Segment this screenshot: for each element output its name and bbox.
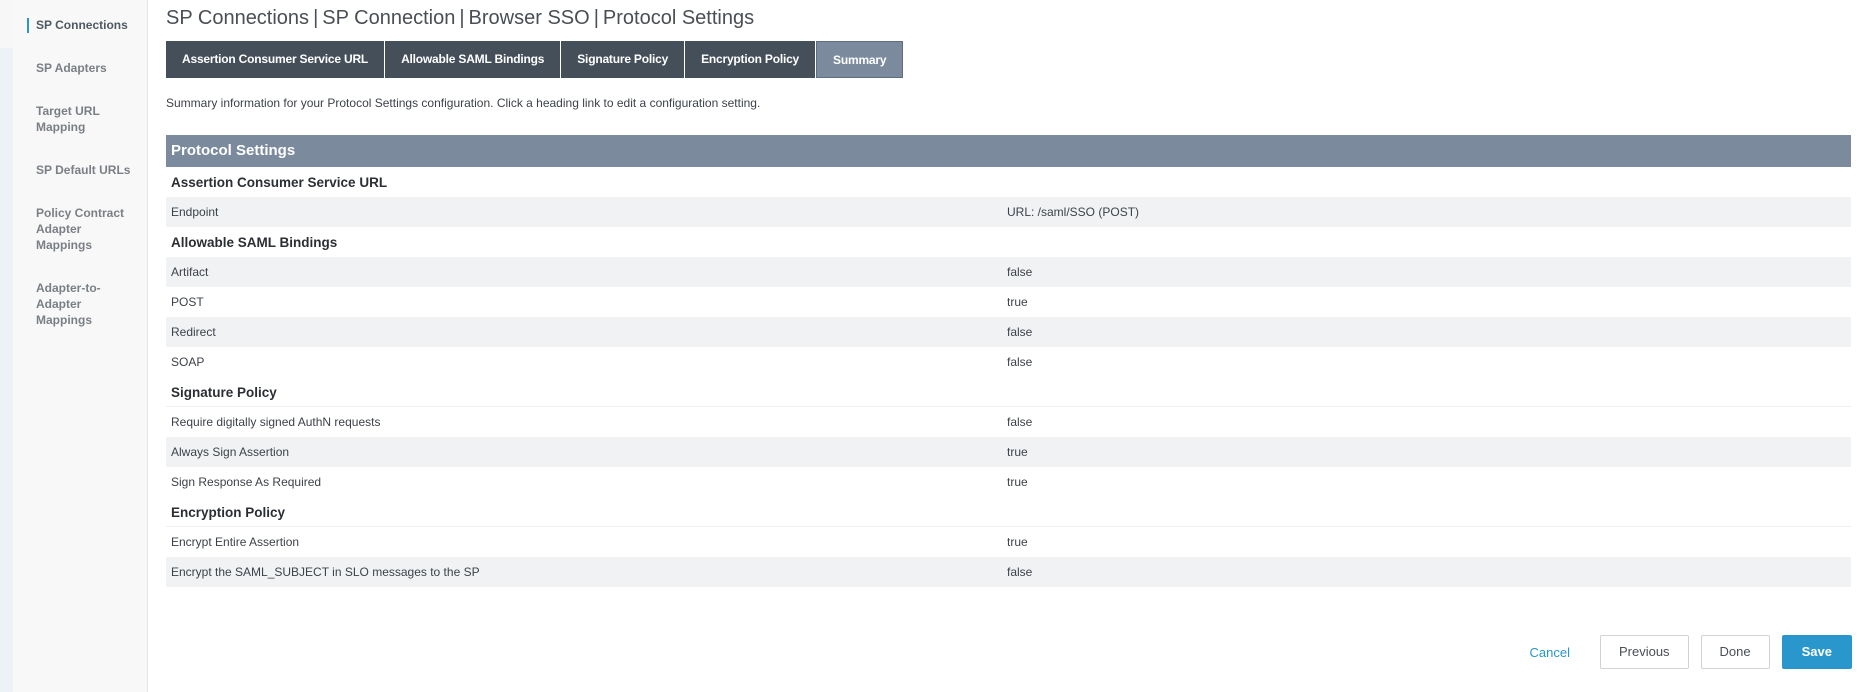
sidebar-item-target-url-mapping[interactable]: Target URL Mapping [36,103,116,135]
sidebar-item-sp-connections[interactable]: SP Connections [27,17,146,33]
sidebar-item-label: Adapter-to-Adapter Mappings [36,281,101,327]
table-row: Redirect false [166,317,1851,347]
tab-signature-policy[interactable]: Signature Policy [561,41,686,78]
row-value: URL: /saml/SSO (POST) [1007,205,1140,219]
outer-rail [0,0,13,692]
previous-button[interactable]: Previous [1599,635,1689,669]
sidebar-item-label: SP Connections [36,18,128,32]
summary-table: Protocol Settings Assertion Consumer Ser… [166,135,1851,587]
section-heading-signature-policy[interactable]: Signature Policy [166,377,1851,407]
table-row: Always Sign Assertion true [166,437,1851,467]
row-value: true [1007,295,1028,309]
sidebar: SP Connections SP Adapters Target URL Ma… [13,0,148,692]
breadcrumb-separator: | [593,7,599,29]
sidebar-item-label: Policy Contract Adapter Mappings [36,206,125,252]
row-value: true [1007,535,1028,549]
breadcrumb-current: Protocol Settings [602,7,755,29]
section-heading-allowable-saml-bindings[interactable]: Allowable SAML Bindings [166,227,1851,257]
sidebar-item-policy-contract-adapter-mappings[interactable]: Policy Contract Adapter Mappings [36,205,131,253]
table-row: Require digitally signed AuthN requests … [166,407,1851,437]
done-button[interactable]: Done [1700,635,1770,669]
breadcrumb-item[interactable]: Browser SSO [469,7,590,29]
row-value: true [1007,475,1028,489]
sidebar-item-sp-default-urls[interactable]: SP Default URLs [36,162,146,178]
outer-rail-cap [0,0,13,48]
tab-encryption-policy[interactable]: Encryption Policy [685,41,817,78]
row-value: false [1007,325,1033,339]
row-value: false [1007,415,1033,429]
row-label: Always Sign Assertion [171,445,290,459]
active-indicator [27,18,29,33]
sidebar-item-label: SP Default URLs [36,163,131,177]
row-value: false [1007,265,1033,279]
tab-bar: Assertion Consumer Service URL Allowable… [166,41,904,78]
row-label: POST [171,295,204,309]
sidebar-item-sp-adapters[interactable]: SP Adapters [36,60,146,76]
row-label: SOAP [171,355,205,369]
breadcrumb-separator: | [459,7,465,29]
tab-allowable-saml-bindings[interactable]: Allowable SAML Bindings [385,41,562,78]
save-button[interactable]: Save [1781,635,1852,669]
row-label: Artifact [171,265,209,279]
row-value: true [1007,445,1028,459]
row-label: Sign Response As Required [171,475,322,489]
sidebar-item-label: SP Adapters [36,61,107,75]
row-value: false [1007,565,1033,579]
section-heading-encryption-policy[interactable]: Encryption Policy [166,497,1851,527]
cancel-button[interactable]: Cancel [1530,645,1570,660]
tab-summary[interactable]: Summary [816,41,904,78]
row-label: Encrypt the SAML_SUBJECT in SLO messages… [171,565,480,579]
table-row: Sign Response As Required true [166,467,1851,497]
summary-header: Protocol Settings [166,135,1851,167]
breadcrumb-item[interactable]: SP Connections [166,7,309,29]
breadcrumb-separator: | [313,7,319,29]
footer-actions: Cancel Previous Done Save [1530,635,1852,669]
main-content: SP Connections | SP Connection | Browser SSO… [149,0,1861,692]
row-label: Redirect [171,325,216,339]
row-value: false [1007,355,1033,369]
table-row: Artifact false [166,257,1851,287]
table-row: SOAP false [166,347,1851,377]
table-row: Encrypt the SAML_SUBJECT in SLO messages… [166,557,1851,587]
sidebar-item-label: Target URL Mapping [36,104,100,134]
intro-text: Summary information for your Protocol Se… [166,96,761,110]
row-label: Endpoint [171,205,219,219]
row-label: Require digitally signed AuthN requests [171,415,381,429]
row-label: Encrypt Entire Assertion [171,535,300,549]
table-row: POST true [166,287,1851,317]
section-heading-acs-url[interactable]: Assertion Consumer Service URL [166,167,1851,197]
breadcrumb-item[interactable]: SP Connection [322,7,455,29]
sidebar-item-adapter-to-adapter-mappings[interactable]: Adapter-to-Adapter Mappings [36,280,111,328]
table-row: Endpoint URL: /saml/SSO (POST) [166,197,1851,227]
breadcrumb: SP Connections | SP Connection | Browser SSO… [166,7,754,30]
table-row: Encrypt Entire Assertion true [166,527,1851,557]
tab-assertion-consumer-service-url[interactable]: Assertion Consumer Service URL [166,41,386,78]
